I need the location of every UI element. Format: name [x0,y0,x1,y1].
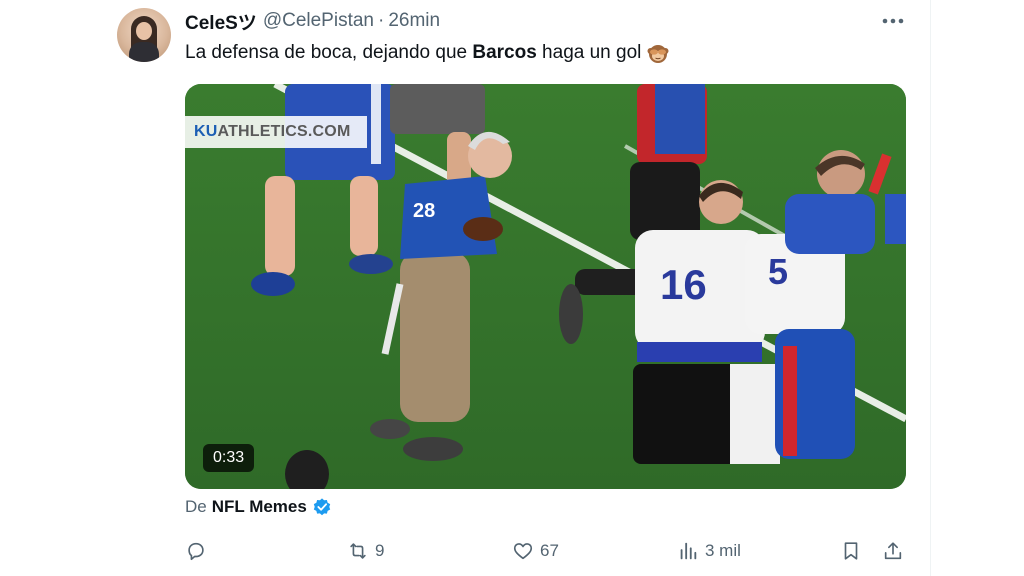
heart-icon [513,543,533,560]
video-duration-badge: 0:33 [203,444,255,472]
views-icon [680,542,697,560]
tweet-text-bold: Barcos [472,42,537,63]
share-icon [884,542,902,560]
video-watermark: KU ATHLETICS.COM [185,116,367,148]
header-separator: · [377,10,385,31]
more-options-button[interactable] [876,8,910,34]
retweet-button[interactable]: 9 [347,536,384,566]
share-button[interactable] [882,536,904,566]
tweet-text-part2: haga un gol [536,42,642,63]
like-button[interactable]: 67 [512,536,559,566]
video-attribution: De NFL Memes [185,497,332,517]
author-display-name[interactable]: CeleSツ [185,8,257,35]
tweet-text-part1: La defensa de boca, dejando que [185,42,473,63]
avatar-body [129,42,159,62]
avatar-face [136,22,152,40]
tweet-header: CeleSツ @CelePistan · 26min [185,8,440,35]
jersey-number-28: 28 [413,200,435,222]
reply-icon [188,542,204,561]
retweet-icon [350,543,366,559]
more-dots-icon [882,18,904,24]
tweet-actions: 9 67 3 mil [185,536,910,566]
bookmark-icon [844,542,858,560]
avatar[interactable] [117,8,171,62]
retweet-count: 9 [375,541,385,560]
reply-button[interactable] [185,536,213,566]
tweet-timestamp[interactable]: 26min [388,10,440,32]
watermark-part2: ATHLETICS.COM [217,123,351,140]
tweet-text: La defensa de boca, dejando que Barcos h… [185,40,669,66]
views-button[interactable]: 3 mil [677,536,741,566]
author-handle[interactable]: @CelePistan [263,10,374,32]
timeline-border [930,0,931,576]
attribution-prefix: De [185,497,207,516]
like-count: 67 [540,541,559,560]
verified-badge-icon [313,498,331,516]
tweet-video[interactable]: 28 16 5 KU ATHLETICS.COM 0:33 [185,84,906,489]
jersey-number-5: 5 [768,251,788,292]
attribution-source-link[interactable]: NFL Memes [212,497,307,517]
views-count: 3 mil [705,541,741,560]
watermark-part1: KU [194,123,218,140]
see-no-evil-monkey-icon [647,45,669,63]
bookmark-button[interactable] [840,536,862,566]
jersey-number-16: 16 [660,261,707,308]
